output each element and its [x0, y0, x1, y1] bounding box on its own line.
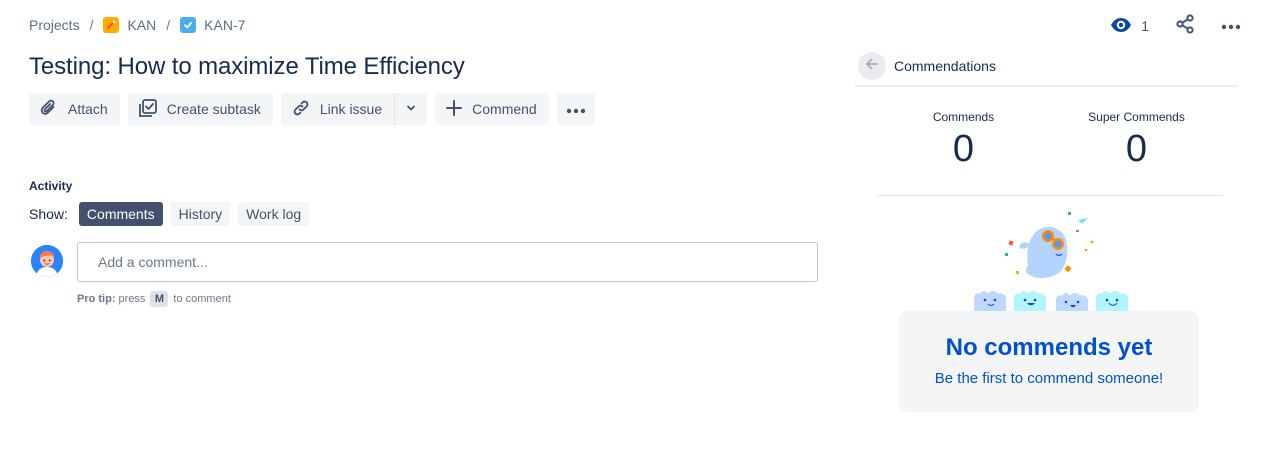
activity-heading: Activity: [29, 179, 73, 193]
issue-toolbar: Attach Create subtask Link issue Commend: [29, 93, 595, 125]
pro-tip-post: to comment: [173, 293, 231, 305]
commendations-panel-header: Commendations: [855, 52, 1238, 87]
breadcrumb-separator: /: [166, 17, 171, 33]
stat-commends: Commends 0: [877, 110, 1050, 195]
breadcrumb-project[interactable]: KAN: [103, 17, 156, 33]
breadcrumb-project-label: KAN: [127, 17, 157, 33]
breadcrumb-projects[interactable]: Projects: [29, 17, 80, 33]
paperclip-icon: [39, 98, 59, 121]
stat-value: 0: [1125, 128, 1148, 170]
link-issue-split-button: Link issue: [280, 93, 428, 125]
watch-count: 1: [1141, 18, 1149, 34]
plus-icon: [445, 99, 463, 120]
empty-state-title: No commends yet: [945, 334, 1153, 361]
chevron-down-icon: [405, 101, 417, 117]
create-subtask-label: Create subtask: [166, 101, 261, 117]
breadcrumb-issue[interactable]: KAN-7: [180, 17, 245, 33]
link-issue-button[interactable]: Link issue: [280, 93, 395, 125]
empty-state-card: No commends yet Be the first to commend …: [899, 311, 1199, 412]
more-actions-button[interactable]: [1215, 12, 1247, 40]
issue-header-actions: 1: [1104, 12, 1247, 40]
keyboard-shortcut-key: M: [150, 291, 169, 307]
activity-filter-row: Show: Comments History Work log: [29, 202, 310, 226]
attach-label: Attach: [68, 101, 108, 117]
filter-comments[interactable]: Comments: [78, 202, 163, 226]
commend-label: Commend: [472, 101, 537, 117]
subtask-icon: [138, 98, 158, 121]
pro-tip-label: Pro tip:: [77, 293, 116, 305]
stat-label: Super Commends: [1088, 110, 1185, 124]
commend-stats: Commends 0 Super Commends 0: [877, 110, 1223, 196]
project-icon: [103, 17, 120, 33]
toolbar-more-button[interactable]: [556, 93, 595, 125]
share-icon: [1175, 13, 1195, 39]
breadcrumb: Projects / KAN / KAN-7: [29, 15, 245, 35]
arrow-left-icon: [864, 56, 880, 77]
back-button[interactable]: [858, 52, 886, 80]
avatar: [31, 245, 63, 277]
link-issue-label: Link issue: [319, 101, 383, 117]
more-horizontal-icon: [565, 101, 587, 117]
more-horizontal-icon: [1221, 17, 1241, 35]
comment-input[interactable]: [77, 242, 818, 282]
breadcrumb-separator: /: [89, 17, 94, 33]
empty-state-subtitle: Be the first to commend someone!: [934, 370, 1164, 387]
stat-super-commends: Super Commends 0: [1050, 110, 1223, 195]
attach-button[interactable]: Attach: [29, 93, 120, 125]
stat-label: Commends: [932, 110, 995, 124]
watch-button[interactable]: 1: [1104, 15, 1155, 38]
commend-button[interactable]: Commend: [435, 93, 549, 125]
show-label: Show:: [29, 206, 68, 222]
task-icon: [180, 17, 197, 33]
celebration-illustration: [968, 208, 1136, 312]
create-subtask-button[interactable]: Create subtask: [127, 93, 273, 125]
share-button[interactable]: [1169, 12, 1201, 40]
stat-value: 0: [952, 128, 975, 170]
eye-icon: [1110, 17, 1132, 36]
link-issue-dropdown-button[interactable]: [394, 93, 428, 125]
filter-work-log[interactable]: Work log: [238, 202, 310, 226]
commendations-title: Commendations: [894, 58, 996, 74]
link-icon: [291, 98, 311, 121]
issue-title[interactable]: Testing: How to maximize Time Efficiency: [29, 53, 465, 81]
pro-tip: Pro tip: press M to comment: [77, 291, 231, 307]
pro-tip-pre: press: [118, 293, 146, 305]
breadcrumb-issue-label: KAN-7: [204, 17, 246, 33]
filter-history[interactable]: History: [170, 202, 231, 226]
